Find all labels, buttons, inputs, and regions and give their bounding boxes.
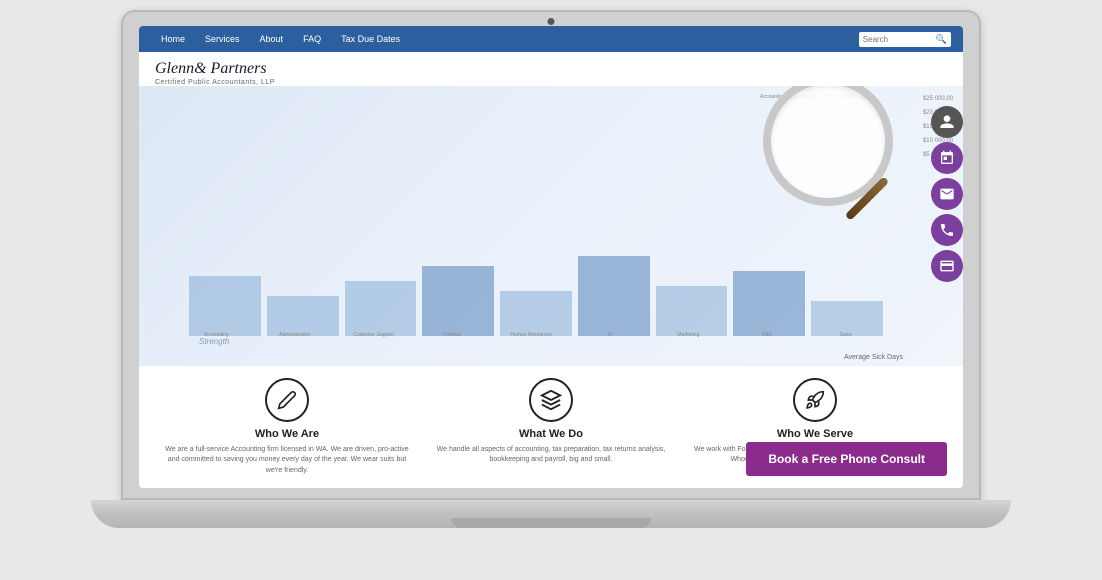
screen-bezel: Home Services About FAQ Tax Due Dates 🔍 … [121, 10, 981, 500]
brand-tagline: Certified Public Accountants, LLP [155, 79, 947, 86]
chart-cat: Accounting [179, 332, 254, 338]
user-icon-button[interactable] [931, 106, 963, 138]
chart-bar [189, 276, 261, 336]
chart-cat: Customer Support [336, 332, 411, 338]
nav-home[interactable]: Home [151, 34, 195, 44]
chart-cat: Finance [415, 332, 490, 338]
service-desc-1: We are a full-service Accounting firm li… [163, 445, 411, 477]
chart-cat: Sales [808, 332, 883, 338]
chart-bar [267, 296, 339, 336]
nav-tax[interactable]: Tax Due Dates [331, 34, 410, 44]
chart-categories: Accounting Administration Customer Suppo… [179, 332, 883, 338]
brand-name: Glenn& Partners [155, 60, 947, 78]
chart-cat: Marketing [651, 332, 726, 338]
service-title-1: Who We Are [163, 428, 411, 440]
service-what-we-do: What We Do We handle all aspects of acco… [419, 378, 683, 477]
chart-bar [656, 286, 728, 336]
chart-strength-label: Strength [199, 337, 229, 346]
chart-bar [578, 256, 650, 336]
search-icon: 🔍 [936, 34, 947, 45]
magnifier [763, 86, 923, 246]
chart-bar [345, 281, 417, 336]
laptop-base [91, 500, 1011, 528]
chart-cat: IT [572, 332, 647, 338]
laptop: Home Services About FAQ Tax Due Dates 🔍 … [91, 10, 1011, 570]
layers-icon [529, 378, 573, 422]
email-icon-button[interactable] [931, 178, 963, 210]
card-icon-button[interactable] [931, 250, 963, 282]
chart-cat: Human Resources [494, 332, 569, 338]
chart-bar [500, 291, 572, 336]
phone-icon-button[interactable] [931, 214, 963, 246]
pencil-icon [265, 378, 309, 422]
nav-about[interactable]: About [250, 34, 294, 44]
service-title-3: Who We Serve [691, 428, 939, 440]
website: Home Services About FAQ Tax Due Dates 🔍 … [139, 26, 963, 488]
service-title-2: What We Do [427, 428, 675, 440]
camera [548, 18, 555, 25]
chart-bar [811, 301, 883, 336]
chart-cat: R&D [730, 332, 805, 338]
calendar-icon-button[interactable] [931, 142, 963, 174]
navigation: Home Services About FAQ Tax Due Dates 🔍 [139, 26, 963, 52]
chart-y-label: $25 000,00 [923, 96, 953, 102]
services-section: Who We Are We are a full-service Account… [139, 366, 963, 489]
chart-bar [733, 271, 805, 336]
screen: Home Services About FAQ Tax Due Dates 🔍 … [139, 26, 963, 488]
service-desc-2: We handle all aspects of accounting, tax… [427, 445, 675, 466]
rocket-icon [793, 378, 837, 422]
nav-faq[interactable]: FAQ [293, 34, 331, 44]
header: Glenn& Partners Certified Public Account… [139, 52, 963, 86]
floating-icons-panel [931, 106, 963, 282]
chart-x-label: Average Sick Days [844, 354, 903, 361]
book-consult-button[interactable]: Book a Free Phone Consult [746, 442, 947, 476]
search-input[interactable] [863, 35, 933, 44]
nav-services[interactable]: Services [195, 34, 250, 44]
chart-bar [422, 266, 494, 336]
hero-area: $25 000,00 $20 000,00 $15 000,00 $10 000… [139, 86, 963, 366]
chart-cat: Administration [258, 332, 333, 338]
search-box[interactable]: 🔍 [859, 32, 951, 47]
service-who-we-are: Who We Are We are a full-service Account… [155, 378, 419, 477]
